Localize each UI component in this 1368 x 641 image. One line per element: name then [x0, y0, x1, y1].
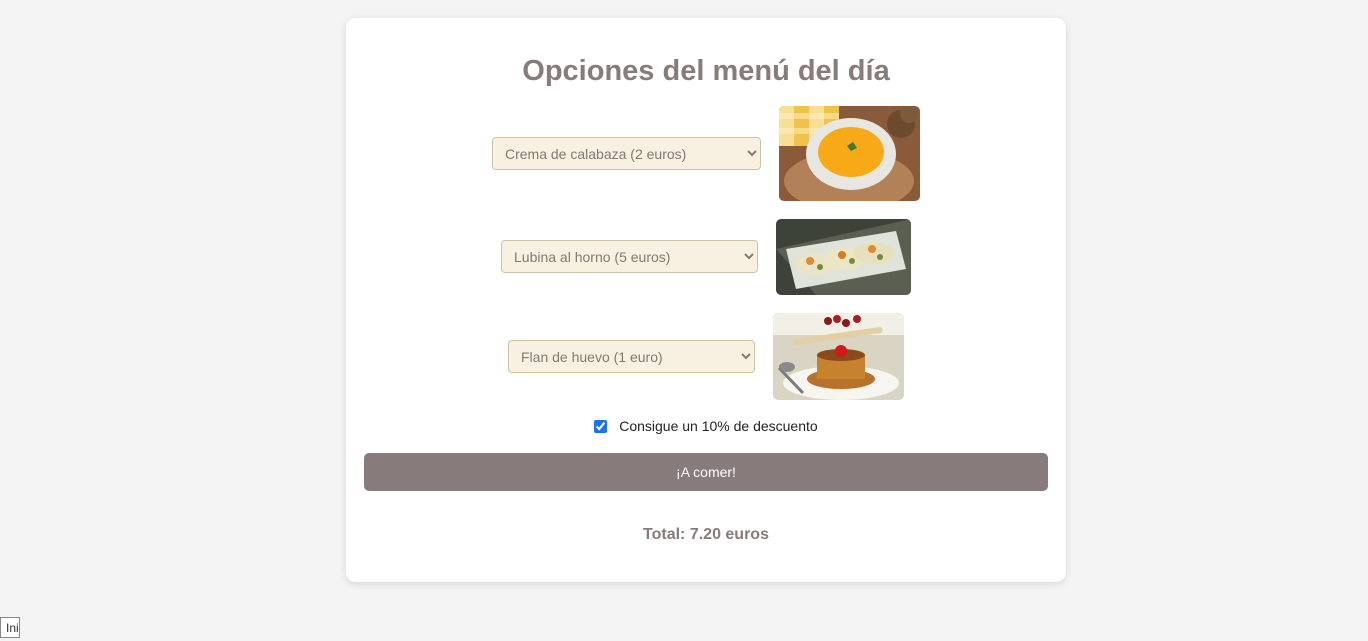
starter-select[interactable]: Crema de calabaza (2 euros)	[492, 137, 761, 170]
submit-order-button[interactable]: ¡A comer!	[364, 453, 1048, 491]
discount-option: Consigue un 10% de descuento	[346, 418, 1066, 434]
page-title: Opciones del menú del día	[522, 55, 890, 87]
dessert-select[interactable]: Flan de huevo (1 euro)	[508, 340, 755, 373]
corner-tab[interactable]: Ini	[0, 617, 20, 638]
discount-checkbox[interactable]	[594, 420, 608, 433]
starter-image	[779, 106, 920, 201]
main-course-image	[776, 219, 911, 295]
dessert-image	[773, 313, 904, 400]
main-course-select[interactable]: Lubina al horno (5 euros)	[501, 240, 758, 273]
discount-label: Consigue un 10% de descuento	[619, 418, 818, 434]
order-total: Total: 7.20 euros	[643, 526, 769, 543]
menu-card: Opciones del menú del día Crema de calab…	[346, 18, 1066, 582]
